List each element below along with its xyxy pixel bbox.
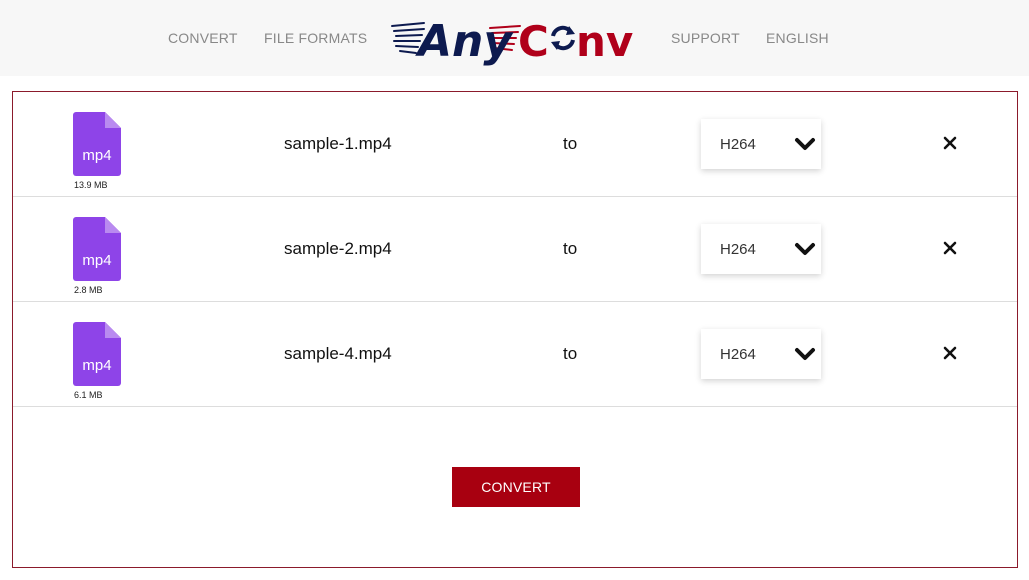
file-name: sample-1.mp4 <box>284 134 392 153</box>
format-value: H264 <box>720 346 756 363</box>
logo-text-nv: nv <box>576 17 633 66</box>
file-name: sample-2.mp4 <box>284 239 392 258</box>
logo-text-any: Any <box>415 16 514 66</box>
remove-file-close-icon[interactable] <box>941 134 959 152</box>
remove-file-close-icon[interactable] <box>941 344 959 362</box>
nav-support-link[interactable]: SUPPORT <box>671 30 740 46</box>
format-value: H264 <box>720 136 756 153</box>
nav-convert-link[interactable]: CONVERT <box>168 30 238 46</box>
file-row: mp4 2.8 MB sample-2.mp4 to H264 <box>13 197 1017 302</box>
file-extension-label: mp4 <box>82 147 112 164</box>
to-label: to <box>563 134 578 153</box>
chevron-down-icon <box>795 243 815 255</box>
mp4-file-icon: mp4 <box>73 322 121 386</box>
chevron-down-icon <box>795 348 815 360</box>
to-label: to <box>563 239 578 258</box>
file-size: 13.9 MB <box>74 180 108 190</box>
nav-file-formats-link[interactable]: FILE FORMATS <box>264 30 367 46</box>
refresh-arrows-icon <box>551 25 575 51</box>
file-extension-label: mp4 <box>82 252 112 269</box>
file-row: mp4 6.1 MB sample-4.mp4 to H264 <box>13 302 1017 407</box>
output-format-select[interactable]: H264 <box>701 329 821 379</box>
anyconv-logo[interactable]: Any C nv <box>390 10 640 67</box>
top-navigation: CONVERT FILE FORMATS Any C nv SUPPORT EN… <box>0 0 1029 76</box>
output-format-select[interactable]: H264 <box>701 119 821 169</box>
file-size: 2.8 MB <box>74 285 103 295</box>
remove-file-close-icon[interactable] <box>941 239 959 257</box>
mp4-file-icon: mp4 <box>73 217 121 281</box>
nav-english-link[interactable]: ENGLISH <box>766 30 829 46</box>
file-row: mp4 13.9 MB sample-1.mp4 to H264 <box>13 92 1017 197</box>
logo-graphic: Any C nv <box>391 16 633 67</box>
convert-button[interactable]: CONVERT <box>452 467 580 507</box>
format-value: H264 <box>720 241 756 258</box>
file-size: 6.1 MB <box>74 390 103 400</box>
chevron-down-icon <box>795 138 815 150</box>
file-extension-label: mp4 <box>82 357 112 374</box>
to-label: to <box>563 344 578 363</box>
output-format-select[interactable]: H264 <box>701 224 821 274</box>
file-name: sample-4.mp4 <box>284 344 392 363</box>
mp4-file-icon: mp4 <box>73 112 121 176</box>
conversion-panel: mp4 13.9 MB sample-1.mp4 to H264 mp4 2.8… <box>12 91 1018 568</box>
logo-text-c: C <box>518 17 549 66</box>
